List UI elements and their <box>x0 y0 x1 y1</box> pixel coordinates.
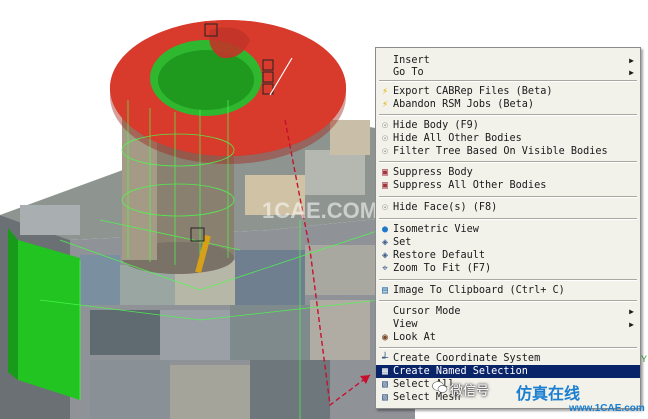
bulb-icon: ☉ <box>381 133 389 144</box>
menu-item-select-all[interactable]: ▧ Select All <box>376 378 640 391</box>
menu-item-label: Hide All Other Bodies <box>393 133 522 144</box>
menu-item-look-at[interactable]: ◉ Look At <box>376 331 640 344</box>
bulb-icon: ☉ <box>381 120 389 131</box>
bulb-icon: ☉ <box>381 146 389 157</box>
menu-item-label: Create Coordinate System <box>393 353 541 364</box>
menu-item-label: Suppress All Other Bodies <box>393 180 547 191</box>
menu-item-label: Isometric View <box>393 224 479 235</box>
menu-item-hide-face-s-f8[interactable]: ☉ Hide Face(s) (F8) <box>376 201 640 214</box>
menu-item-label: Abandon RSM Jobs (Beta) <box>393 99 535 110</box>
menu-item-label: Go To <box>393 67 424 78</box>
watermark-wechat-text: 微信号 <box>450 384 490 399</box>
menu-separator <box>379 114 637 116</box>
context-menu: Insert ▶ Go To ▶ ⚡ Export CABRep Files (Beta)… <box>375 47 641 409</box>
iso-icon: ◈ <box>381 250 389 261</box>
select-icon: ▧ <box>381 392 389 403</box>
look-icon: ◉ <box>381 332 389 343</box>
menu-item-set[interactable]: ◈ Set <box>376 236 640 249</box>
menu-item-label: Restore Default <box>393 250 486 261</box>
menu-item-cursor-mode[interactable]: Cursor Mode ▶ <box>376 305 640 318</box>
menu-item-filter-tree-based-on-visible-bodies[interactable]: ☉ Filter Tree Based On Visible Bodies <box>376 145 640 158</box>
watermark-center: 1CAE.COM <box>262 198 379 223</box>
menu-separator <box>379 279 637 281</box>
menu-item-hide-all-other-bodies[interactable]: ☉ Hide All Other Bodies <box>376 132 640 145</box>
select-icon: ▧ <box>381 379 389 390</box>
named-selection-icon: ▦ <box>381 366 389 377</box>
sphere-icon: ● <box>381 224 389 235</box>
watermark-url: www.1CAE.com <box>569 403 645 414</box>
menu-item-label: Cursor Mode <box>393 306 461 317</box>
submenu-arrow-icon: ▶ <box>629 307 634 316</box>
iso-icon: ◈ <box>381 237 389 248</box>
menu-item-label: Set <box>393 237 412 248</box>
menu-separator <box>379 80 637 82</box>
menu-item-restore-default[interactable]: ◈ Restore Default <box>376 249 640 262</box>
menu-item-view[interactable]: View ▶ <box>376 318 640 331</box>
menu-item-suppress-all-other-bodies[interactable]: ▣ Suppress All Other Bodies <box>376 179 640 192</box>
menu-item-label: Export CABRep Files (Beta) <box>393 86 553 97</box>
menu-item-zoom-to-fit-f7[interactable]: ⌖ Zoom To Fit (F7) <box>376 262 640 275</box>
menu-item-label: Image To Clipboard (Ctrl+ C) <box>393 285 565 296</box>
camera-icon: ▤ <box>381 285 389 296</box>
zoom-icon: ⌖ <box>382 263 388 274</box>
lightning-icon: ⚡ <box>381 86 389 97</box>
submenu-arrow-icon: ▶ <box>629 320 634 329</box>
axis-y-label: Y <box>641 354 648 364</box>
menu-item-label: Suppress Body <box>393 167 473 178</box>
menu-item-go-to[interactable]: Go To ▶ <box>376 66 640 79</box>
menu-item-create-coordinate-system[interactable]: ┵ Create Coordinate System <box>376 352 640 365</box>
menu-item-label: Zoom To Fit (F7) <box>393 263 492 274</box>
menu-item-suppress-body[interactable]: ▣ Suppress Body <box>376 166 640 179</box>
menu-item-create-named-selection[interactable]: ▦ Create Named Selection <box>376 365 640 378</box>
suppress-icon: ▣ <box>381 167 389 178</box>
mechanical-app-window: 1CAE.COM Y Insert ▶ Go To ▶ ⚡ Export CABRep F… <box>0 0 648 419</box>
menu-item-label: Create Named Selection <box>393 366 528 377</box>
menu-item-hide-body-f9[interactable]: ☉ Hide Body (F9) <box>376 119 640 132</box>
menu-separator <box>379 161 637 163</box>
menu-separator <box>379 196 637 198</box>
watermark-brand: 仿真在线 <box>516 384 581 403</box>
menu-item-label: View <box>393 319 418 330</box>
menu-item-label: Filter Tree Based On Visible Bodies <box>393 146 608 157</box>
menu-item-isometric-view[interactable]: ● Isometric View <box>376 223 640 236</box>
menu-item-abandon-rsm-jobs-beta[interactable]: ⚡ Abandon RSM Jobs (Beta) <box>376 98 640 111</box>
bulb-icon: ☉ <box>381 202 389 213</box>
submenu-arrow-icon: ▶ <box>629 68 634 77</box>
selected-green-face[interactable] <box>18 240 80 400</box>
menu-item-label: Hide Face(s) (F8) <box>393 202 498 213</box>
menu-separator <box>379 300 637 302</box>
menu-item-export-cabrep-files-beta[interactable]: ⚡ Export CABRep Files (Beta) <box>376 85 640 98</box>
menu-separator <box>379 218 637 220</box>
lightning-icon: ⚡ <box>381 99 389 110</box>
menu-item-image-to-clipboard-ctrl-c[interactable]: ▤ Image To Clipboard (Ctrl+ C) <box>376 284 640 297</box>
menu-separator <box>379 347 637 349</box>
menu-item-label: Look At <box>393 332 436 343</box>
menu-item-label: Hide Body (F9) <box>393 120 479 131</box>
suppress-icon: ▣ <box>381 180 389 191</box>
wechat-icon <box>432 381 448 393</box>
axes-icon: ┵ <box>381 353 389 364</box>
